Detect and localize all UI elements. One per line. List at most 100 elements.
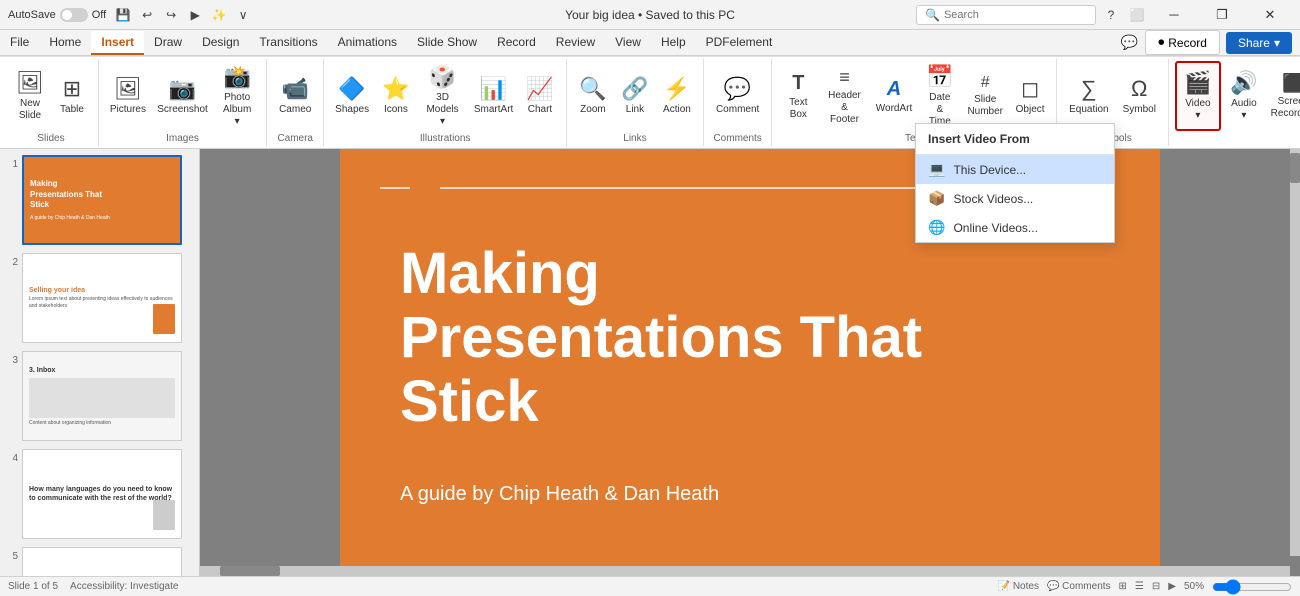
ribbon-group-illustrations: 🔷 Shapes ⭐ Icons 🎲 3DModels ▾ 📊 SmartArt… — [324, 59, 567, 146]
autosave-state: Off — [92, 9, 106, 21]
tab-record[interactable]: Record — [487, 31, 546, 53]
insert-video-dropdown: Insert Video From 💻 This Device... 📦 Sto… — [915, 123, 1115, 243]
ribbon-group-images: 🖼 Pictures 📷 Screenshot 📸 PhotoAlbum ▾ I… — [99, 59, 267, 146]
view-outline-icon[interactable]: ☰ — [1135, 581, 1144, 592]
dropdown-item-stock-videos[interactable]: 📦 Stock Videos... — [916, 184, 1114, 213]
tab-pdfelement[interactable]: PDFelement — [696, 31, 783, 53]
present-icon[interactable]: ▶ — [184, 4, 206, 26]
shapes-icon: 🔷 — [338, 76, 365, 102]
tab-view[interactable]: View — [605, 31, 651, 53]
undo-icon[interactable]: ↩ — [136, 4, 158, 26]
object-button[interactable]: ◻ Object — [1010, 61, 1050, 131]
vertical-scrollbar[interactable] — [1290, 149, 1300, 556]
camera-group-label: Camera — [273, 133, 317, 144]
restore-button[interactable]: ❐ — [1200, 0, 1244, 30]
dropdown-item-online-videos[interactable]: 🌐 Online Videos... — [916, 213, 1114, 242]
ribbon-display-icon[interactable]: ⬜ — [1126, 4, 1148, 26]
redo-icon[interactable]: ↪ — [160, 4, 182, 26]
slide-number-1: 1 — [6, 159, 18, 170]
quick-access-toolbar: 💾 ↩ ↪ ▶ ✨ ∨ — [112, 4, 254, 26]
shapes-button[interactable]: 🔷 Shapes — [330, 61, 374, 131]
wordart-button[interactable]: A WordArt — [871, 61, 918, 131]
tab-help[interactable]: Help — [651, 31, 696, 53]
tab-draw[interactable]: Draw — [144, 31, 192, 53]
slide1-title: MakingPresentations ThatStick — [30, 179, 174, 210]
canvas-main-title: MakingPresentations ThatStick — [400, 242, 1100, 433]
images-group-items: 🖼 Pictures 📷 Screenshot 📸 PhotoAlbum ▾ — [105, 61, 260, 131]
more-qa-icon[interactable]: ∨ — [232, 4, 254, 26]
cameo-icon: 📹 — [282, 76, 309, 102]
search-bar[interactable]: 🔍 — [916, 5, 1096, 25]
pictures-icon: 🖼 — [114, 76, 142, 102]
slide-number-5: 5 — [6, 551, 18, 562]
audio-button[interactable]: 🔊 Audio ▾ — [1223, 61, 1265, 131]
dropdown-header: Insert Video From — [916, 124, 1114, 155]
smartart-button[interactable]: 📊 SmartArt — [469, 61, 518, 131]
slide-thumb-5[interactable]: 5 Just one! Your own. With a little help… — [4, 545, 195, 576]
chevron-down-icon: ▾ — [1274, 36, 1280, 50]
designer-icon[interactable]: ✨ — [208, 4, 230, 26]
action-button[interactable]: ⚡ Action — [657, 61, 697, 131]
record-button[interactable]: ⏺ Record — [1145, 30, 1220, 55]
equation-button[interactable]: ∑ Equation — [1063, 61, 1114, 131]
help-icon[interactable]: ? — [1100, 4, 1122, 26]
comments-button[interactable]: 💬 Comments — [1047, 581, 1111, 592]
date-time-button[interactable]: 📅 Date &Time — [919, 61, 960, 131]
tab-home[interactable]: Home — [39, 31, 91, 53]
chart-button[interactable]: 📈 Chart — [520, 61, 560, 131]
tab-insert[interactable]: Insert — [91, 31, 144, 55]
photo-album-button[interactable]: 📸 PhotoAlbum ▾ — [214, 61, 260, 131]
screen-recording-icon: ⬛ — [1282, 73, 1300, 94]
slide-thumb-1[interactable]: 1 MakingPresentations ThatStick A guide … — [4, 153, 195, 247]
notes-button[interactable]: 📝 Notes — [998, 581, 1039, 592]
tab-slideshow[interactable]: Slide Show — [407, 31, 487, 53]
tab-review[interactable]: Review — [546, 31, 605, 53]
status-bar: Slide 1 of 5 Accessibility: Investigate … — [0, 576, 1300, 596]
comments-icon[interactable]: 💬 — [1119, 33, 1139, 53]
autosave-toggle[interactable] — [60, 8, 88, 22]
zoom-button[interactable]: 🔍 Zoom — [573, 61, 613, 131]
toggle-dot — [62, 10, 72, 20]
search-input[interactable] — [944, 9, 1084, 21]
view-normal-icon[interactable]: ⊞ — [1119, 581, 1127, 592]
video-button[interactable]: 🎬 Video ▾ — [1175, 61, 1221, 131]
tab-file[interactable]: File — [0, 31, 39, 53]
ribbon-group-media: 🎬 Video ▾ 🔊 Audio ▾ ⬛ ScreenRecording — [1169, 59, 1300, 146]
comments-group-items: 💬 Comment — [710, 61, 765, 131]
view-slide-sorter-icon[interactable]: ⊟ — [1152, 581, 1160, 592]
save-icon[interactable]: 💾 — [112, 4, 134, 26]
slide-thumb-4[interactable]: 4 How many languages do you need to know… — [4, 447, 195, 541]
new-slide-button[interactable]: 🖼 NewSlide — [10, 61, 50, 131]
symbol-button[interactable]: Ω Symbol — [1117, 61, 1162, 131]
share-button[interactable]: Share ▾ — [1226, 32, 1292, 54]
close-button[interactable]: ✕ — [1248, 0, 1292, 30]
tab-design[interactable]: Design — [192, 31, 249, 53]
screenshot-button[interactable]: 📷 Screenshot — [153, 61, 212, 131]
symbols-group-items: ∑ Equation Ω Symbol — [1063, 61, 1162, 131]
comment-button[interactable]: 💬 Comment — [710, 61, 765, 131]
equation-icon: ∑ — [1081, 76, 1097, 102]
slide-preview-2: Selling your idea Lorem ipsum text about… — [22, 253, 182, 343]
link-button[interactable]: 🔗 Link — [615, 61, 655, 131]
pictures-button[interactable]: 🖼 Pictures — [105, 61, 151, 131]
header-footer-button[interactable]: ≡ Header& Footer — [820, 61, 868, 131]
table-button[interactable]: ⊞ Table — [52, 61, 92, 131]
minimize-button[interactable]: ─ — [1152, 0, 1196, 30]
slide-thumb-2[interactable]: 2 Selling your idea Lorem ipsum text abo… — [4, 251, 195, 345]
record-icon: ⏺ — [1158, 35, 1164, 50]
new-slide-icon: 🖼 — [16, 70, 44, 96]
tab-animations[interactable]: Animations — [328, 31, 407, 53]
view-presenter-icon[interactable]: ▶ — [1168, 581, 1176, 592]
slide-thumb-3[interactable]: 3 3. Inbox Content about organizing info… — [4, 349, 195, 443]
screen-recording-button[interactable]: ⬛ ScreenRecording — [1267, 61, 1300, 131]
3d-models-icon: 🎲 — [429, 64, 456, 90]
3d-models-button[interactable]: 🎲 3DModels ▾ — [418, 61, 467, 131]
this-device-icon: 💻 — [928, 161, 945, 178]
icons-button[interactable]: ⭐ Icons — [376, 61, 416, 131]
slide-number-button[interactable]: # SlideNumber — [962, 61, 1008, 131]
tab-transitions[interactable]: Transitions — [249, 31, 327, 53]
cameo-button[interactable]: 📹 Cameo — [273, 61, 317, 131]
dropdown-item-this-device[interactable]: 💻 This Device... — [916, 155, 1114, 184]
horizontal-scrollbar[interactable] — [200, 566, 1290, 576]
textbox-button[interactable]: T TextBox — [778, 61, 818, 131]
